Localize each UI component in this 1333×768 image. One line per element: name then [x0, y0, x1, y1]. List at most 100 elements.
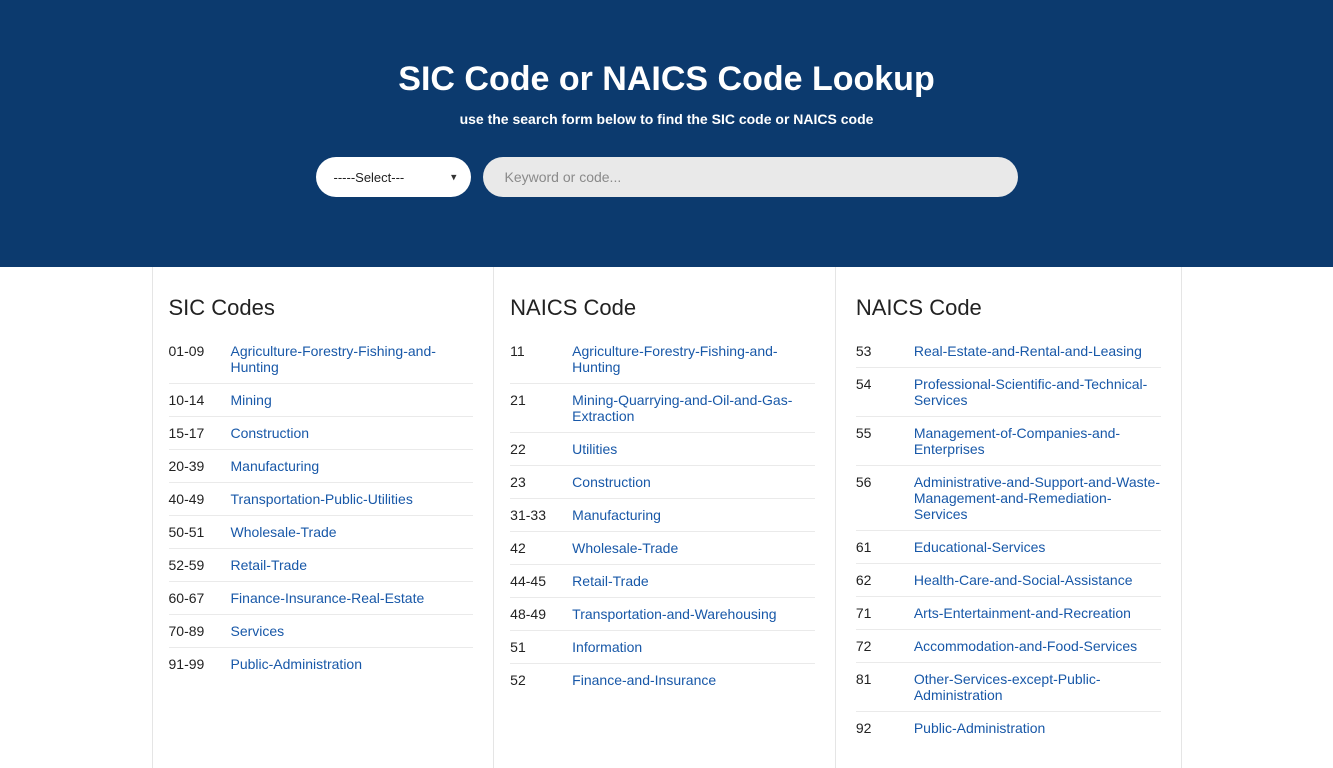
code-link[interactable]: Arts-Entertainment-and-Recreation — [914, 605, 1131, 621]
code-link[interactable]: Wholesale-Trade — [231, 524, 337, 540]
search-row: -----Select--- — [20, 157, 1313, 197]
table-row: 48-49Transportation-and-Warehousing — [510, 598, 815, 631]
code-cell: 60-67 — [169, 590, 231, 606]
table-row: 72Accommodation-and-Food-Services — [856, 630, 1161, 663]
code-link[interactable]: Public-Administration — [914, 720, 1046, 736]
code-link[interactable]: Manufacturing — [231, 458, 320, 474]
table-row: 92Public-Administration — [856, 712, 1161, 744]
code-columns: SIC Codes 01-09Agriculture-Forestry-Fish… — [152, 267, 1182, 768]
code-cell: 71 — [856, 605, 914, 621]
table-row: 10-14Mining — [169, 384, 474, 417]
code-cell: 20-39 — [169, 458, 231, 474]
code-link[interactable]: Accommodation-and-Food-Services — [914, 638, 1137, 654]
code-cell: 53 — [856, 343, 914, 359]
code-type-select[interactable]: -----Select--- — [334, 170, 453, 185]
code-link[interactable]: Mining — [231, 392, 272, 408]
code-link[interactable]: Health-Care-and-Social-Assistance — [914, 572, 1133, 588]
code-cell: 81 — [856, 671, 914, 687]
table-row: 51Information — [510, 631, 815, 664]
code-cell: 31-33 — [510, 507, 572, 523]
table-row: 40-49Transportation-Public-Utilities — [169, 483, 474, 516]
code-cell: 51 — [510, 639, 572, 655]
code-link[interactable]: Professional-Scientific-and-Technical-Se… — [914, 376, 1161, 408]
table-row: 22Utilities — [510, 433, 815, 466]
table-row: 42Wholesale-Trade — [510, 532, 815, 565]
code-link[interactable]: Other-Services-except-Public-Administrat… — [914, 671, 1161, 703]
code-cell: 52 — [510, 672, 572, 688]
table-row: 31-33Manufacturing — [510, 499, 815, 532]
code-link[interactable]: Retail-Trade — [231, 557, 308, 573]
code-cell: 92 — [856, 720, 914, 736]
code-type-select-wrap: -----Select--- — [316, 157, 471, 197]
code-link[interactable]: Administrative-and-Support-and-Waste-Man… — [914, 474, 1161, 522]
code-link[interactable]: Information — [572, 639, 642, 655]
table-row: 91-99Public-Administration — [169, 648, 474, 680]
search-input[interactable] — [483, 157, 1018, 197]
code-link[interactable]: Real-Estate-and-Rental-and-Leasing — [914, 343, 1142, 359]
code-cell: 15-17 — [169, 425, 231, 441]
code-link[interactable]: Manufacturing — [572, 507, 661, 523]
code-link[interactable]: Public-Administration — [231, 656, 363, 672]
table-row: 56Administrative-and-Support-and-Waste-M… — [856, 466, 1161, 531]
code-cell: 50-51 — [169, 524, 231, 540]
code-cell: 54 — [856, 376, 914, 392]
table-row: 23Construction — [510, 466, 815, 499]
code-cell: 21 — [510, 392, 572, 408]
table-row: 70-89Services — [169, 615, 474, 648]
code-link[interactable]: Construction — [231, 425, 310, 441]
page-subtitle: use the search form below to find the SI… — [20, 111, 1313, 127]
code-link[interactable]: Wholesale-Trade — [572, 540, 678, 556]
code-cell: 48-49 — [510, 606, 572, 622]
table-row: 81Other-Services-except-Public-Administr… — [856, 663, 1161, 712]
code-link[interactable]: Retail-Trade — [572, 573, 649, 589]
code-cell: 11 — [510, 343, 572, 359]
code-cell: 55 — [856, 425, 914, 441]
code-cell: 42 — [510, 540, 572, 556]
code-cell: 01-09 — [169, 343, 231, 359]
table-row: 60-67Finance-Insurance-Real-Estate — [169, 582, 474, 615]
code-cell: 70-89 — [169, 623, 231, 639]
table-row: 50-51Wholesale-Trade — [169, 516, 474, 549]
code-link[interactable]: Agriculture-Forestry-Fishing-and-Hunting — [572, 343, 815, 375]
code-cell: 61 — [856, 539, 914, 555]
table-row: 21Mining-Quarrying-and-Oil-and-Gas-Extra… — [510, 384, 815, 433]
code-cell: 10-14 — [169, 392, 231, 408]
sic-codes-heading: SIC Codes — [169, 295, 474, 321]
code-cell: 22 — [510, 441, 572, 457]
code-link[interactable]: Finance-and-Insurance — [572, 672, 716, 688]
code-cell: 44-45 — [510, 573, 572, 589]
page-title: SIC Code or NAICS Code Lookup — [20, 60, 1313, 99]
code-cell: 62 — [856, 572, 914, 588]
table-row: 62Health-Care-and-Social-Assistance — [856, 564, 1161, 597]
code-link[interactable]: Agriculture-Forestry-Fishing-and-Hunting — [231, 343, 474, 375]
code-link[interactable]: Transportation-and-Warehousing — [572, 606, 776, 622]
table-row: 61Educational-Services — [856, 531, 1161, 564]
table-row: 20-39Manufacturing — [169, 450, 474, 483]
code-cell: 56 — [856, 474, 914, 490]
table-row: 15-17Construction — [169, 417, 474, 450]
table-row: 71Arts-Entertainment-and-Recreation — [856, 597, 1161, 630]
code-link[interactable]: Transportation-Public-Utilities — [231, 491, 413, 507]
code-link[interactable]: Educational-Services — [914, 539, 1046, 555]
naics-codes-list-2: 53Real-Estate-and-Rental-and-Leasing 54Pr… — [856, 335, 1161, 744]
sic-codes-list: 01-09Agriculture-Forestry-Fishing-and-Hu… — [169, 335, 474, 680]
code-link[interactable]: Finance-Insurance-Real-Estate — [231, 590, 425, 606]
code-link[interactable]: Utilities — [572, 441, 617, 457]
table-row: 01-09Agriculture-Forestry-Fishing-and-Hu… — [169, 335, 474, 384]
code-cell: 23 — [510, 474, 572, 490]
naics-codes-column-1: NAICS Code 11Agriculture-Forestry-Fishin… — [493, 267, 835, 768]
table-row: 44-45Retail-Trade — [510, 565, 815, 598]
code-cell: 52-59 — [169, 557, 231, 573]
code-link[interactable]: Services — [231, 623, 285, 639]
naics-codes-column-2: NAICS Code 53Real-Estate-and-Rental-and-… — [835, 267, 1181, 768]
table-row: 53Real-Estate-and-Rental-and-Leasing — [856, 335, 1161, 368]
code-cell: 72 — [856, 638, 914, 654]
code-link[interactable]: Mining-Quarrying-and-Oil-and-Gas-Extract… — [572, 392, 815, 424]
table-row: 52Finance-and-Insurance — [510, 664, 815, 696]
code-link[interactable]: Construction — [572, 474, 651, 490]
hero-section: SIC Code or NAICS Code Lookup use the se… — [0, 0, 1333, 267]
sic-codes-column: SIC Codes 01-09Agriculture-Forestry-Fish… — [153, 267, 494, 768]
table-row: 52-59Retail-Trade — [169, 549, 474, 582]
code-cell: 40-49 — [169, 491, 231, 507]
code-link[interactable]: Management-of-Companies-and-Enterprises — [914, 425, 1161, 457]
